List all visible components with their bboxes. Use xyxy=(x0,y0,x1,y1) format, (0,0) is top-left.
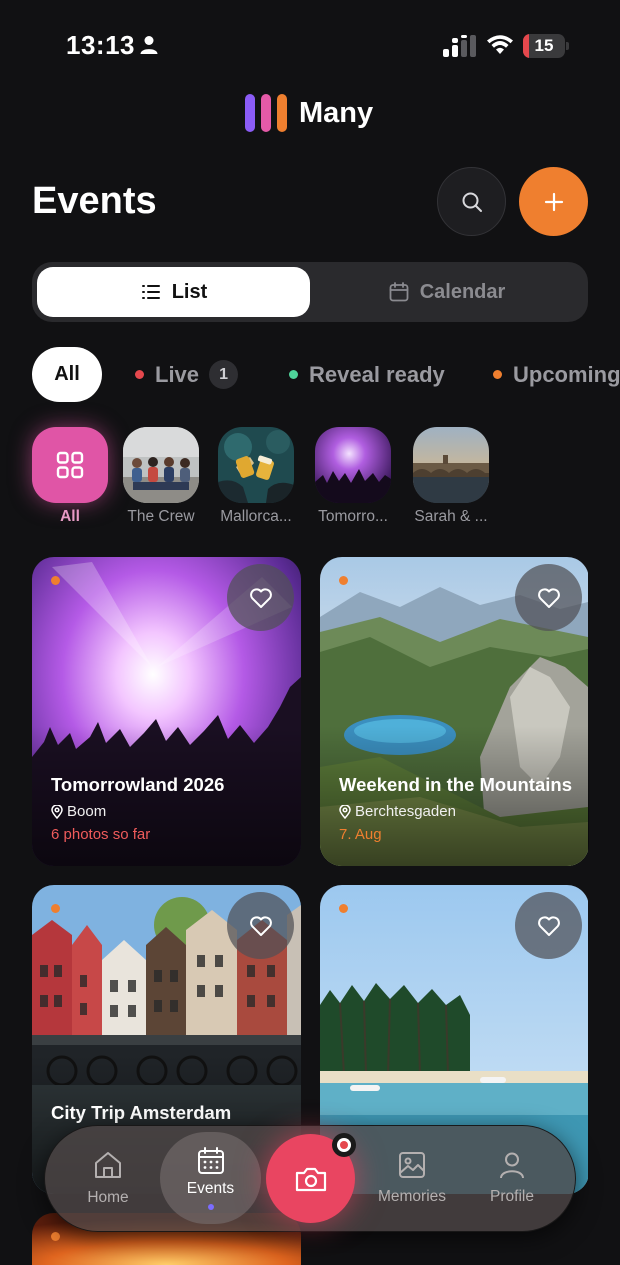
plus-icon xyxy=(544,192,563,211)
page-title: Events xyxy=(32,180,157,222)
group-all-thumb xyxy=(32,427,108,503)
camera-icon xyxy=(295,1167,326,1191)
app-name: Many xyxy=(299,96,374,129)
favorite-button[interactable] xyxy=(515,564,582,631)
group-photo xyxy=(218,427,294,503)
battery-indicator: 15 xyxy=(523,34,569,58)
filter-live-chip[interactable]: Live 1 xyxy=(135,347,239,402)
group-mallorca[interactable]: Mallorca... xyxy=(218,427,294,526)
nav-events[interactable]: Events xyxy=(160,1132,261,1224)
nav-profile-label: Profile xyxy=(490,1188,534,1205)
heart-icon xyxy=(537,587,560,608)
group-photo xyxy=(315,427,391,503)
group-all[interactable]: All xyxy=(32,427,108,526)
group-selector: All The Crew Mallorca... Tomorro... Sara… xyxy=(32,427,620,527)
event-card[interactable]: Weekend in the Mountains Berchtesgaden 7… xyxy=(320,557,589,866)
nav-memories-label: Memories xyxy=(377,1188,447,1205)
group-label: Mallorca... xyxy=(220,508,292,525)
filter-live-label: Live xyxy=(155,361,200,387)
event-meta: 7. Aug xyxy=(339,826,382,843)
event-status-dot xyxy=(51,904,60,913)
event-status-dot xyxy=(51,576,60,585)
heart-icon xyxy=(249,587,272,608)
group-label: Sarah & ... xyxy=(414,508,488,525)
heart-icon xyxy=(249,915,272,936)
cellular-signal-icon xyxy=(443,35,476,57)
group-photo xyxy=(413,427,489,503)
location-pin-icon xyxy=(339,804,351,819)
favorite-button[interactable] xyxy=(515,892,582,959)
image-icon xyxy=(399,1152,425,1178)
nav-profile[interactable]: Profile xyxy=(462,1126,562,1230)
event-status-dot xyxy=(339,904,348,913)
event-title: City Trip Amsterdam xyxy=(51,1102,232,1123)
profile-icon xyxy=(500,1152,524,1179)
filter-upcoming-label: Upcoming xyxy=(513,361,620,387)
event-location-label: Berchtesgaden xyxy=(355,803,456,820)
filter-reveal-ready-label: Reveal ready xyxy=(309,361,445,387)
status-time: 13:13 xyxy=(66,30,135,60)
list-view-label: List xyxy=(171,280,208,303)
reveal-dot-icon xyxy=(289,370,298,379)
wifi-icon xyxy=(487,35,513,54)
recording-badge-icon xyxy=(332,1133,356,1157)
event-location: Berchtesgaden xyxy=(339,803,456,820)
group-label: Tomorro... xyxy=(318,508,388,525)
group-label: All xyxy=(60,508,80,525)
bottom-navigation: Home Events Memories Profile xyxy=(44,1125,576,1232)
list-icon xyxy=(141,285,160,299)
live-count-badge: 1 xyxy=(209,360,239,389)
event-status-dot xyxy=(51,1232,60,1241)
grid-icon xyxy=(56,451,84,479)
add-event-button[interactable] xyxy=(519,167,588,236)
favorite-button[interactable] xyxy=(227,892,294,959)
group-photo xyxy=(123,427,199,503)
heart-icon xyxy=(537,915,560,936)
favorite-button[interactable] xyxy=(227,564,294,631)
person-icon xyxy=(140,36,158,54)
home-icon xyxy=(95,1152,121,1178)
event-location: Boom xyxy=(51,803,106,820)
status-filter-bar: All Live 1 Reveal ready Upcoming xyxy=(32,347,620,402)
calendar-icon xyxy=(197,1147,224,1174)
search-button[interactable] xyxy=(437,167,506,236)
list-view-tab[interactable]: List xyxy=(37,267,310,317)
group-tomorrowland[interactable]: Tomorro... xyxy=(315,427,391,526)
filter-upcoming-chip[interactable]: Upcoming xyxy=(493,347,620,402)
location-pin-icon xyxy=(51,804,63,819)
view-toggle: List Calendar xyxy=(32,262,588,322)
event-status-dot xyxy=(339,576,348,585)
nav-events-label: Events xyxy=(186,1180,235,1197)
event-title: Tomorrowland 2026 xyxy=(51,774,225,795)
group-label: The Crew xyxy=(127,508,195,525)
event-card[interactable]: Tomorrowland 2026 Boom 6 photos so far xyxy=(32,557,301,866)
filter-all-chip[interactable]: All xyxy=(32,347,102,402)
upcoming-dot-icon xyxy=(493,370,502,379)
nav-memories[interactable]: Memories xyxy=(362,1126,462,1230)
app-logo: Many xyxy=(245,93,373,133)
nav-home-label: Home xyxy=(87,1189,129,1206)
status-bar: 13:13 15 xyxy=(0,0,620,90)
battery-level: 15 xyxy=(534,36,554,55)
group-the-crew[interactable]: The Crew xyxy=(123,427,199,526)
calendar-view-label: Calendar xyxy=(419,280,506,303)
event-location-label: Boom xyxy=(67,803,107,820)
event-title: Weekend in the Mountains xyxy=(339,774,572,795)
live-dot-icon xyxy=(135,370,144,379)
calendar-icon xyxy=(389,282,409,302)
filter-reveal-ready-chip[interactable]: Reveal ready xyxy=(289,347,445,402)
group-sarah[interactable]: Sarah & ... xyxy=(413,427,489,526)
active-tab-indicator xyxy=(207,1204,214,1210)
logo-mark-icon xyxy=(245,93,289,133)
event-meta: 6 photos so far xyxy=(51,826,151,843)
calendar-view-tab[interactable]: Calendar xyxy=(310,267,583,317)
nav-home[interactable]: Home xyxy=(58,1126,158,1230)
search-icon xyxy=(462,192,482,212)
